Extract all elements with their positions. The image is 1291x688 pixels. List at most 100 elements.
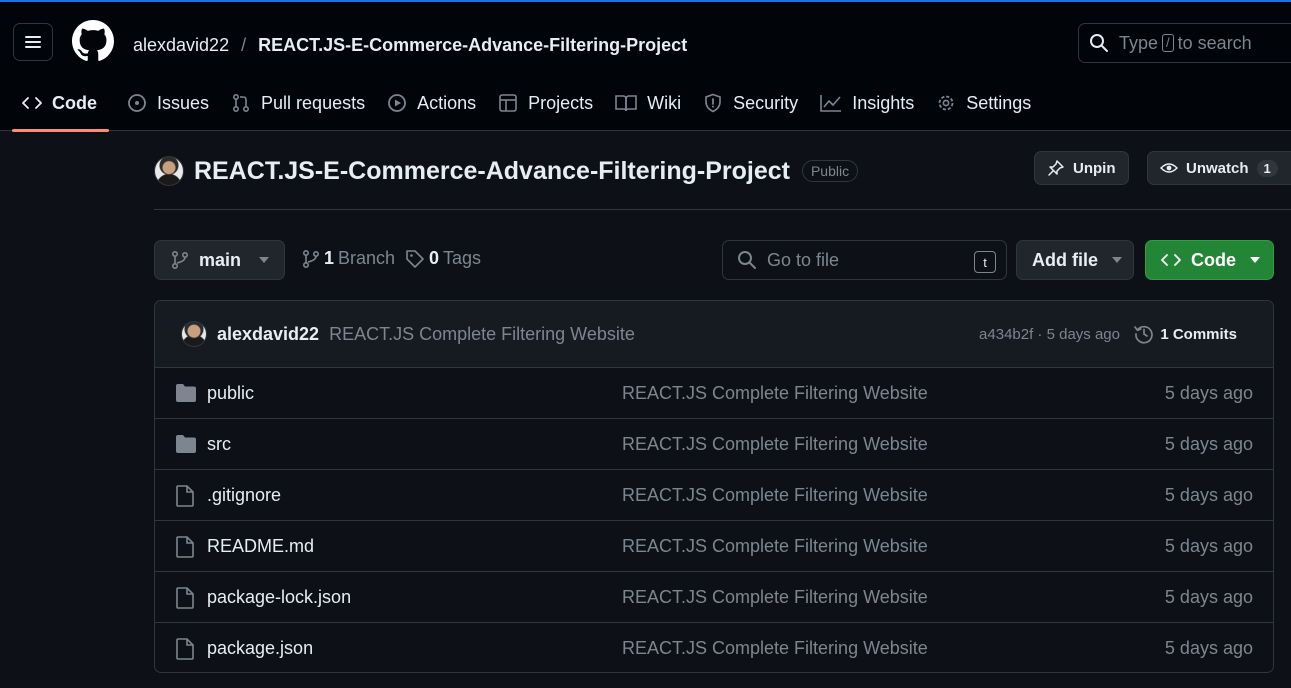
go-to-file-placeholder: Go to file [767,249,840,270]
file-date: 5 days ago [1164,433,1253,454]
gear-icon [938,95,954,111]
file-commit-message[interactable]: REACT.JS Complete Filtering Website [622,485,928,506]
commit-author[interactable]: alexdavid22 [217,324,319,345]
issue-icon [128,94,146,112]
file-date: 5 days ago [1164,484,1253,505]
file-commit-message[interactable]: REACT.JS Complete Filtering Website [622,536,928,557]
tab-issues[interactable]: Issues [117,84,221,122]
folder-icon [176,435,196,453]
code-label: Code [1191,249,1236,270]
file-commit-message[interactable]: REACT.JS Complete Filtering Website [622,434,928,455]
tags-link[interactable]: 0 Tags [405,248,481,269]
table-row[interactable]: src REACT.JS Complete Filtering Website … [155,419,1273,470]
file-date: 5 days ago [1164,382,1253,403]
branch-icon [171,250,189,270]
tab-label: Projects [528,92,594,113]
table-row[interactable]: package.json REACT.JS Complete Filtering… [155,623,1273,672]
tab-settings[interactable]: Settings [926,84,1043,122]
file-icon [176,536,194,558]
eye-icon [1160,163,1178,173]
tab-label: Wiki [647,92,682,113]
tag-count: 0 [429,248,440,268]
branch-selector[interactable]: main [154,240,285,280]
branch-name: main [199,249,242,270]
table-row[interactable]: public REACT.JS Complete Filtering Websi… [155,368,1273,419]
commit-message[interactable]: REACT.JS Complete Filtering Website [329,324,635,345]
branches-link[interactable]: 1 Branch [302,248,395,269]
unpin-button[interactable]: Unpin [1034,151,1129,185]
file-commit-message[interactable]: REACT.JS Complete Filtering Website [622,383,928,404]
file-icon [176,587,194,609]
file-commit-message[interactable]: REACT.JS Complete Filtering Website [622,638,928,659]
tab-label: Issues [157,92,210,113]
table-row[interactable]: README.md REACT.JS Complete Filtering We… [155,521,1273,572]
table-row[interactable]: .gitignore REACT.JS Complete Filtering W… [155,470,1273,521]
tab-label: Settings [966,92,1032,113]
history-icon [1134,325,1154,344]
file-name[interactable]: package.json [207,638,313,659]
tab-security[interactable]: Security [693,84,810,122]
chevron-down-icon [1112,257,1122,263]
avatar[interactable] [181,321,207,347]
file-date: 5 days ago [1164,535,1253,556]
tab-label: Code [52,92,97,113]
tab-label: Insights [852,92,915,113]
search-icon [738,251,756,269]
watch-count: 1 [1256,159,1278,177]
table-row[interactable]: package-lock.json REACT.JS Complete Filt… [155,572,1273,623]
file-name[interactable]: .gitignore [207,485,281,506]
breadcrumb-owner[interactable]: alexdavid22 [133,35,229,56]
repo-title-bar: REACT.JS-E-Commerce-Advance-Filtering-Pr… [154,152,859,190]
search-input[interactable]: Type / to search [1078,23,1291,63]
code-button[interactable]: Code [1145,240,1274,280]
file-list: alexdavid22 REACT.JS Complete Filtering … [154,300,1274,673]
file-name[interactable]: public [207,383,254,404]
commits-link[interactable]: 1 Commits [1134,324,1237,344]
tab-wiki[interactable]: Wiki [605,84,693,122]
breadcrumb-repo[interactable]: REACT.JS-E-Commerce-Advance-Filtering-Pr… [258,35,687,56]
commit-hash[interactable]: a434b2f · 5 days ago [979,326,1120,343]
graph-icon [820,95,842,112]
tab-pull-requests[interactable]: Pull requests [221,84,377,122]
repo-nav-tabs: Code Issues Pull requests Actions Projec… [0,84,1043,133]
file-icon [176,485,194,507]
tab-label: Actions [417,92,477,113]
file-name[interactable]: src [207,434,231,455]
hamburger-icon [25,36,41,48]
go-to-file-input[interactable]: Go to file t [722,240,1007,280]
unwatch-label: Unwatch [1186,159,1249,177]
github-logo-icon[interactable] [72,20,114,62]
code-icon [22,97,42,109]
shield-icon [705,93,721,113]
branch-icon [302,249,320,268]
commits-label: 1 Commits [1160,325,1237,343]
chevron-down-icon [1250,257,1260,263]
file-name[interactable]: package-lock.json [207,587,351,608]
avatar[interactable] [154,156,184,186]
add-file-label: Add file [1032,249,1098,270]
file-name[interactable]: README.md [207,536,314,557]
add-file-button[interactable]: Add file [1016,240,1134,280]
file-commit-message[interactable]: REACT.JS Complete Filtering Website [622,587,928,608]
tab-actions[interactable]: Actions [377,84,488,122]
file-date: 5 days ago [1164,638,1253,658]
go-to-file-shortcut: t [974,251,996,273]
unwatch-button[interactable]: Unwatch 1 [1147,151,1291,185]
menu-button[interactable] [13,23,53,61]
search-icon [1090,34,1108,52]
file-icon [176,638,194,660]
tab-insights[interactable]: Insights [810,84,926,122]
visibility-badge: Public [801,160,859,182]
repo-title[interactable]: REACT.JS-E-Commerce-Advance-Filtering-Pr… [194,157,790,186]
book-icon [615,95,637,112]
search-suffix: to search [1177,32,1252,53]
branch-count: 1 [324,248,335,268]
chevron-down-icon [259,257,270,263]
folder-icon [176,384,196,402]
pin-icon [1048,160,1064,176]
tab-projects[interactable]: Projects [488,84,605,122]
tag-icon [406,249,424,268]
pull-request-icon [233,93,250,113]
tab-code[interactable]: Code [12,84,109,132]
title-divider [154,209,1291,210]
